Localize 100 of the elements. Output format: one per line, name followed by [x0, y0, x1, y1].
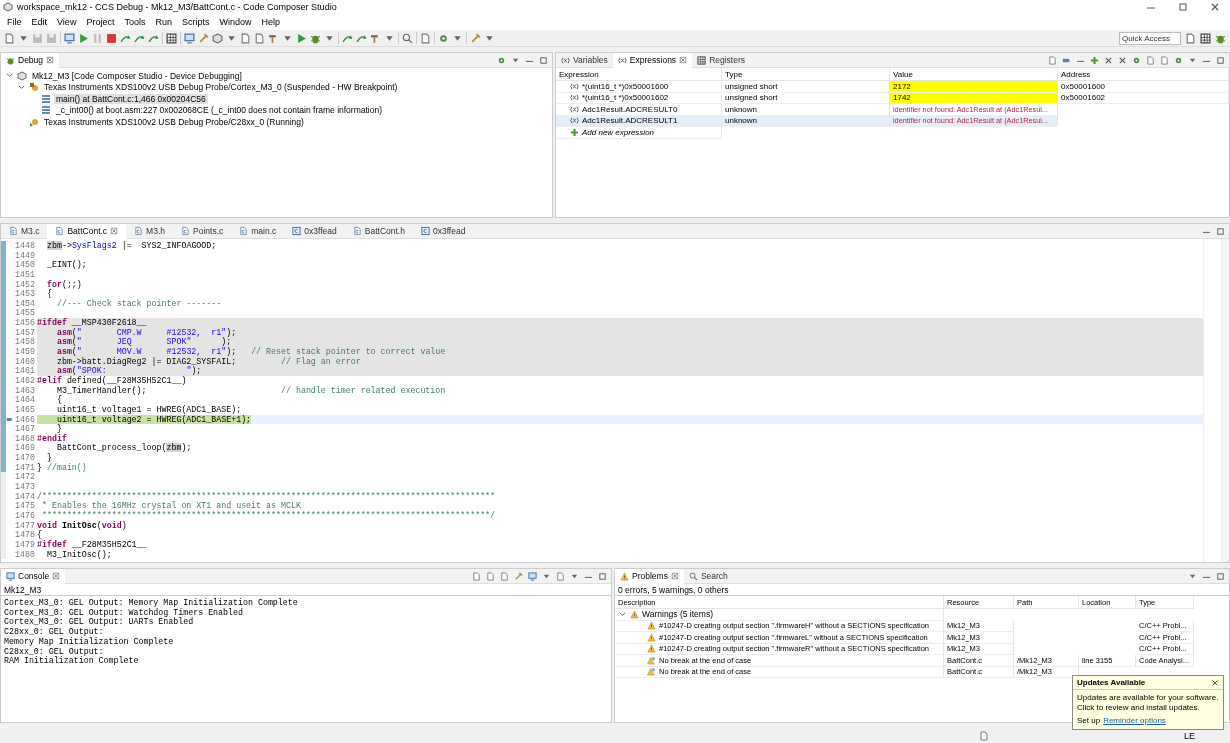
menu-item[interactable]: Edit: [26, 17, 53, 27]
code-line: {: [37, 530, 43, 540]
line-number: 1471: [14, 462, 36, 473]
tree-item[interactable]: Mk12_M3 [Code Composer Studio - Device Debugging]: [30, 70, 244, 81]
maximize-icon[interactable]: [1216, 55, 1225, 65]
resume-icon[interactable]: [78, 32, 89, 44]
gear-icon[interactable]: [438, 32, 449, 44]
line-number: 1472: [14, 472, 36, 482]
maximize-icon[interactable]: [1216, 571, 1225, 581]
panel-tab[interactable]: Search: [683, 569, 733, 584]
line-number: 1467: [14, 424, 36, 434]
new-file-icon[interactable]: [4, 32, 15, 44]
expression-name[interactable]: *(uint16_t *)0x50001602: [582, 93, 669, 103]
remove-all-icon[interactable]: [1118, 55, 1127, 65]
column-header[interactable]: Expression: [556, 68, 722, 81]
maximize-icon[interactable]: [1216, 226, 1225, 236]
panel-tab[interactable]: Expressions: [612, 53, 693, 68]
table-cell: unsigned short: [725, 81, 778, 91]
maximize-icon[interactable]: [598, 571, 607, 581]
close-icon[interactable]: [52, 572, 61, 580]
panel-tab[interactable]: Debug: [1, 53, 60, 68]
code-line: }: [55, 424, 63, 434]
close-icon[interactable]: [46, 56, 55, 64]
reminder-options-link[interactable]: Reminder options: [1103, 716, 1166, 725]
code-line: #endif: [37, 433, 68, 443]
menu-item[interactable]: Scripts: [176, 17, 215, 27]
close-icon[interactable]: [1211, 678, 1219, 687]
chevron-down-icon[interactable]: [618, 609, 627, 619]
line-number: 1460: [14, 356, 36, 367]
console-line: Memory Map Initialization Complete: [4, 636, 175, 647]
tree-item[interactable]: Texas Instruments XDS100v2 USB Debug Probe/Cortex_M3_0 (Suspended - HW Breakpoint): [42, 82, 400, 93]
tree-item[interactable]: main() at BattCont.c:1,466 0x00204C56: [54, 93, 208, 104]
line-number: 1462: [14, 375, 36, 386]
maximize-icon[interactable]: [1178, 2, 1188, 12]
menu-item[interactable]: Help: [256, 17, 285, 27]
column-header[interactable]: Address: [1058, 68, 1229, 81]
panel-tab[interactable]: Registers: [692, 53, 751, 68]
menu-item[interactable]: Window: [214, 17, 257, 27]
close-icon[interactable]: [670, 572, 679, 580]
line-number: 1456: [14, 318, 36, 328]
tree-item[interactable]: _c_int00() at boot.asm:227 0x002068CE (_c_int00 does not contain frame information): [54, 105, 385, 116]
chevron-down-icon[interactable]: [17, 82, 26, 92]
window-title: workspace_mk12 - CCS Debug - Mk12_M3/BattCont.c - Code Composer Studio: [17, 2, 338, 12]
variable-icon: [570, 93, 579, 103]
monitor-icon: [6, 571, 15, 581]
maximize-icon[interactable]: [539, 55, 548, 65]
editor-tab[interactable]: main.c: [231, 224, 285, 239]
menu-item[interactable]: Run: [150, 17, 177, 27]
expression-name[interactable]: *(uint16_t *)0x50001600: [582, 81, 669, 91]
menu-item[interactable]: Project: [81, 17, 120, 27]
code-line: //--- Check stack pointer -------: [55, 298, 223, 309]
editor-tab[interactable]: M3.c: [1, 224, 48, 239]
registers-icon: [697, 55, 707, 65]
open-perspective-icon[interactable]: [1185, 32, 1196, 44]
table-cell: 0x50001602: [1061, 93, 1106, 103]
line-number: 1453: [14, 289, 36, 299]
editor-tab[interactable]: Points.c: [173, 224, 232, 239]
expression-name[interactable]: Adc1Result.ADCRESULT0: [582, 104, 678, 114]
editor-tab[interactable]: 0x3ffead: [412, 224, 474, 239]
add-icon[interactable]: [1090, 55, 1099, 65]
expressions-icon: [617, 55, 627, 65]
code-line: }: [45, 453, 53, 463]
stack-frame-icon: [41, 105, 51, 116]
display-icon[interactable]: [528, 571, 537, 581]
code-line: for(;;): [45, 279, 83, 289]
menu-item[interactable]: Tools: [119, 17, 151, 27]
variable-icon: [570, 116, 579, 126]
scrollbar[interactable]: [1221, 239, 1229, 562]
plus-icon: [570, 127, 579, 137]
hammer-icon[interactable]: [370, 32, 381, 44]
menu-item[interactable]: File: [2, 17, 27, 27]
close-icon[interactable]: [679, 56, 688, 64]
cube-icon: [17, 70, 27, 81]
run-icon[interactable]: [296, 32, 307, 44]
editor-tab[interactable]: 0x3ffead: [284, 224, 345, 239]
perspective-icon[interactable]: [1200, 32, 1211, 44]
grid-icon[interactable]: [166, 32, 177, 44]
add-expression-item[interactable]: Add new expression: [582, 127, 655, 137]
panel-tab[interactable]: Console: [1, 569, 66, 584]
panel-tab[interactable]: Problems: [615, 569, 684, 584]
editor-tab[interactable]: BattCont.h: [344, 224, 413, 239]
close-icon[interactable]: [110, 227, 119, 235]
column-header[interactable]: Type: [722, 68, 890, 81]
quick-access-field[interactable]: Quick Access: [1119, 31, 1181, 45]
panel-tab[interactable]: Variables: [556, 53, 613, 68]
editor-tab[interactable]: BattCont.c: [47, 224, 127, 239]
line-number: 1455: [14, 308, 36, 319]
code-line: _EINT();: [45, 260, 88, 270]
editor-tab[interactable]: M3.h: [126, 224, 173, 239]
menu-item[interactable]: View: [52, 17, 82, 27]
monitor-icon[interactable]: [64, 32, 75, 44]
group-label[interactable]: Warnings (5 items): [642, 609, 713, 620]
line-number: 1478: [14, 530, 36, 540]
tree-item[interactable]: Texas Instruments XDS100v2 USB Debug Probe/C28xx_0 (Running): [42, 116, 306, 127]
close-icon[interactable]: [1210, 2, 1220, 12]
line-number: 1463: [14, 385, 36, 396]
line-number: 1454: [14, 298, 36, 309]
table-cell: unknown: [725, 116, 758, 126]
terminate-icon[interactable]: [106, 32, 117, 44]
search-icon[interactable]: [402, 32, 413, 44]
